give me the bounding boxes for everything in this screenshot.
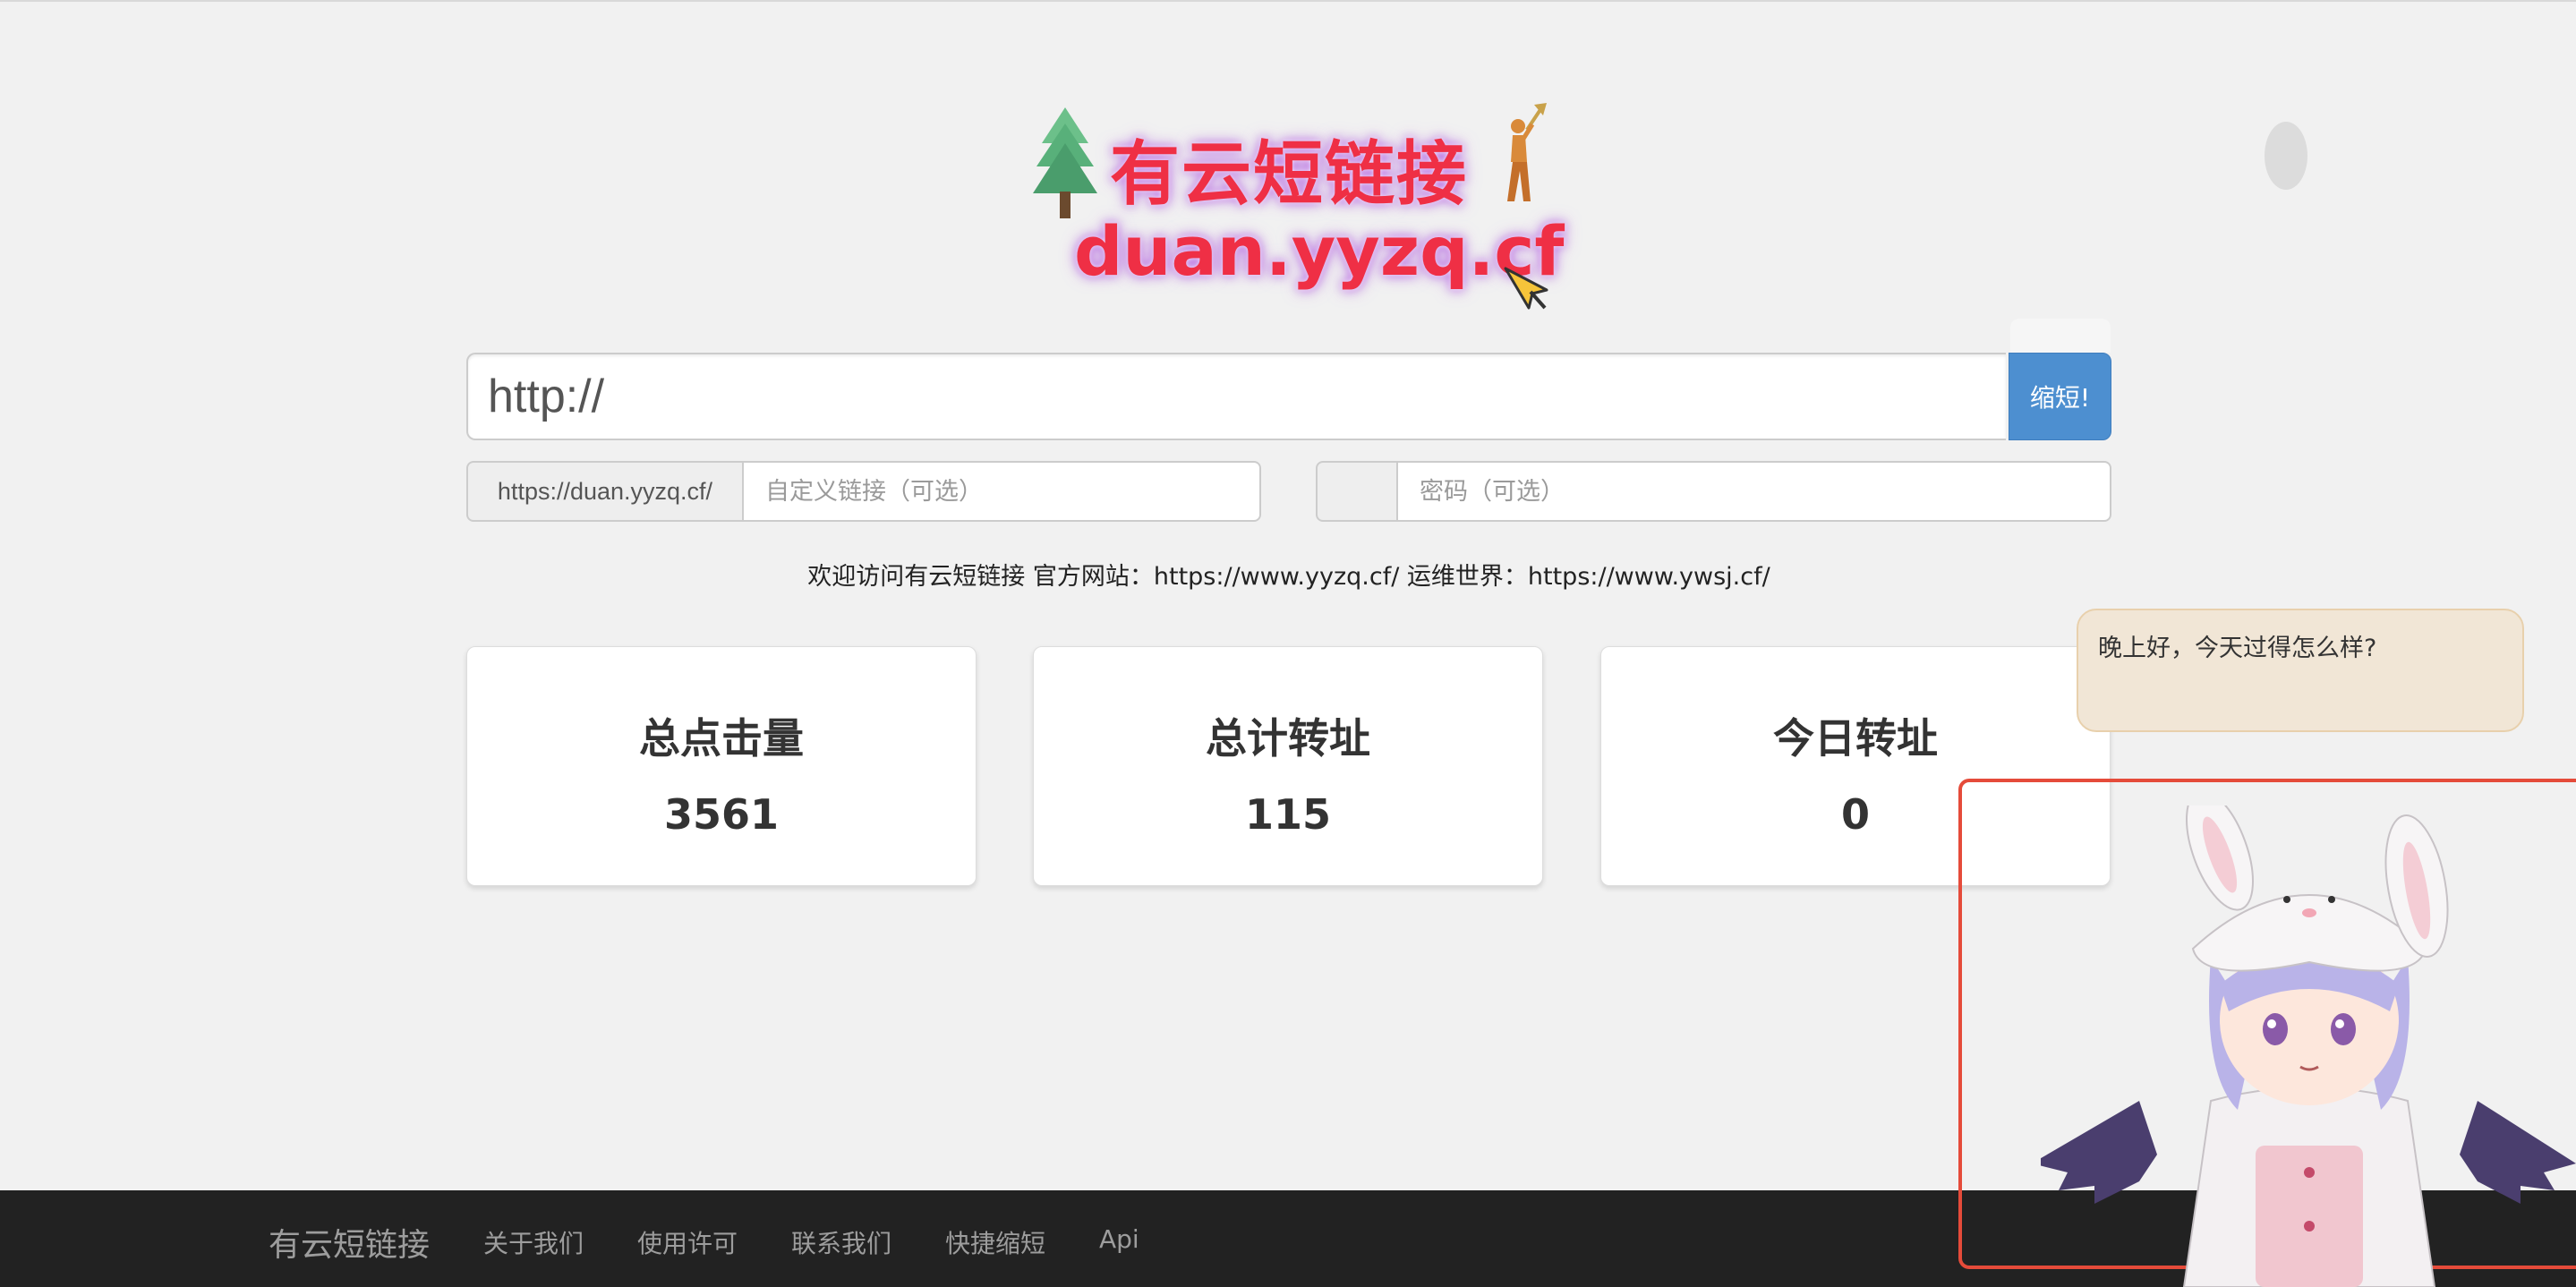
top-border — [0, 0, 2576, 2]
brand-domain: duan.yyzq.cf — [1074, 211, 1565, 291]
footer-link-license[interactable]: 使用许可 — [637, 1224, 738, 1260]
mascot-character-icon[interactable] — [2041, 805, 2576, 1287]
url-input[interactable] — [466, 353, 2006, 440]
mascot-speech-bubble: 晚上好，今天过得怎么样? — [2077, 609, 2524, 732]
custom-link-group: https://duan.yyzq.cf/ — [466, 461, 1261, 522]
footer-link-quick-shorten[interactable]: 快捷缩短 — [945, 1224, 1045, 1260]
stat-label: 总点击量 — [639, 714, 804, 763]
password-addon — [1316, 461, 1398, 522]
footer-link-about[interactable]: 关于我们 — [483, 1224, 584, 1260]
shorten-form: 缩短! — [466, 353, 2111, 440]
cursor-arrow-icon — [1504, 267, 1548, 310]
button-top-tab — [2010, 319, 2111, 353]
password-group — [1316, 461, 2111, 522]
stat-value: 115 — [1244, 790, 1332, 839]
stat-label: 今日转址 — [1773, 714, 1938, 763]
footer-link-contact[interactable]: 联系我们 — [791, 1224, 891, 1260]
welcome-text: 欢迎访问有云短链接 官方网站：https://www.yyzq.cf/ 运维世界… — [807, 563, 1770, 591]
tree-icon — [1033, 107, 1097, 218]
shorten-button[interactable]: 缩短! — [2009, 353, 2111, 440]
password-input[interactable] — [1396, 461, 2111, 522]
site-logo[interactable]: 有云短链接 duan.yyzq.cf — [1029, 98, 1566, 331]
stat-label: 总计转址 — [1206, 714, 1370, 763]
footer-link-api[interactable]: Api — [1099, 1224, 1139, 1254]
gray-oval-button[interactable] — [2265, 122, 2307, 190]
stat-value: 3561 — [663, 790, 780, 839]
footer-brand[interactable]: 有云短链接 — [269, 1219, 430, 1266]
custom-link-input[interactable] — [742, 461, 1261, 522]
custom-link-prefix: https://duan.yyzq.cf/ — [466, 461, 744, 522]
stat-card-total-clicks: 总点击量 3561 — [466, 646, 977, 886]
digging-man-icon — [1507, 103, 1547, 201]
stat-card-total-links: 总计转址 115 — [1033, 646, 1543, 886]
